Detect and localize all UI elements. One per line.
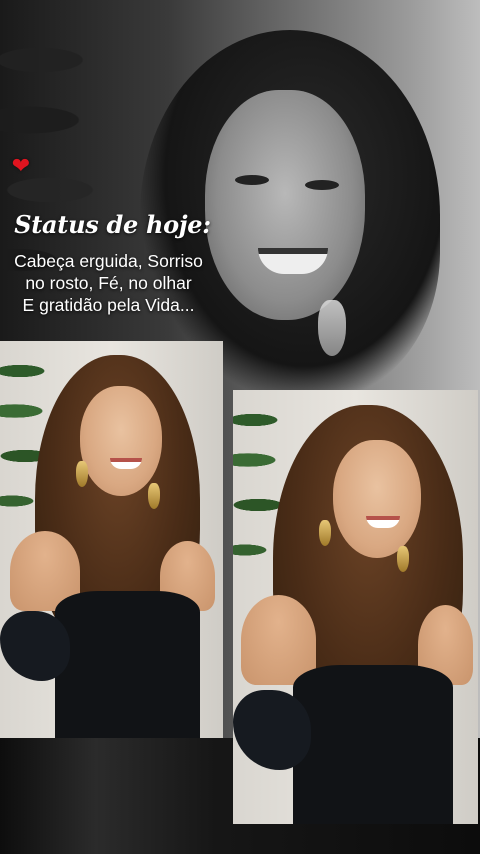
photo-right <box>233 390 478 824</box>
status-title: Status de hoje: <box>14 210 211 239</box>
status-line: Cabeça erguida, Sorriso <box>14 251 203 271</box>
status-text: Cabeça erguida, Sorriso no rosto, Fé, no… <box>6 250 211 316</box>
status-line: no rosto, Fé, no olhar <box>25 273 192 293</box>
status-line: E gratidão pela Vida... <box>22 295 195 315</box>
background-face <box>205 90 365 320</box>
background-earring <box>318 300 346 356</box>
black-dress <box>55 591 200 738</box>
black-dress <box>293 665 453 824</box>
face <box>333 440 421 558</box>
face <box>80 386 162 496</box>
background-right-eye <box>305 180 339 190</box>
photo-left <box>0 341 223 738</box>
earring <box>76 461 88 487</box>
earring <box>148 483 160 509</box>
earring <box>397 546 409 572</box>
story-canvas: ❤ Status de hoje: Cabeça erguida, Sorris… <box>0 0 480 854</box>
earring <box>319 520 331 546</box>
sleeve <box>0 611 70 681</box>
sleeve <box>233 690 311 770</box>
heart-icon: ❤ <box>11 154 31 179</box>
background-left-eye <box>235 175 269 185</box>
